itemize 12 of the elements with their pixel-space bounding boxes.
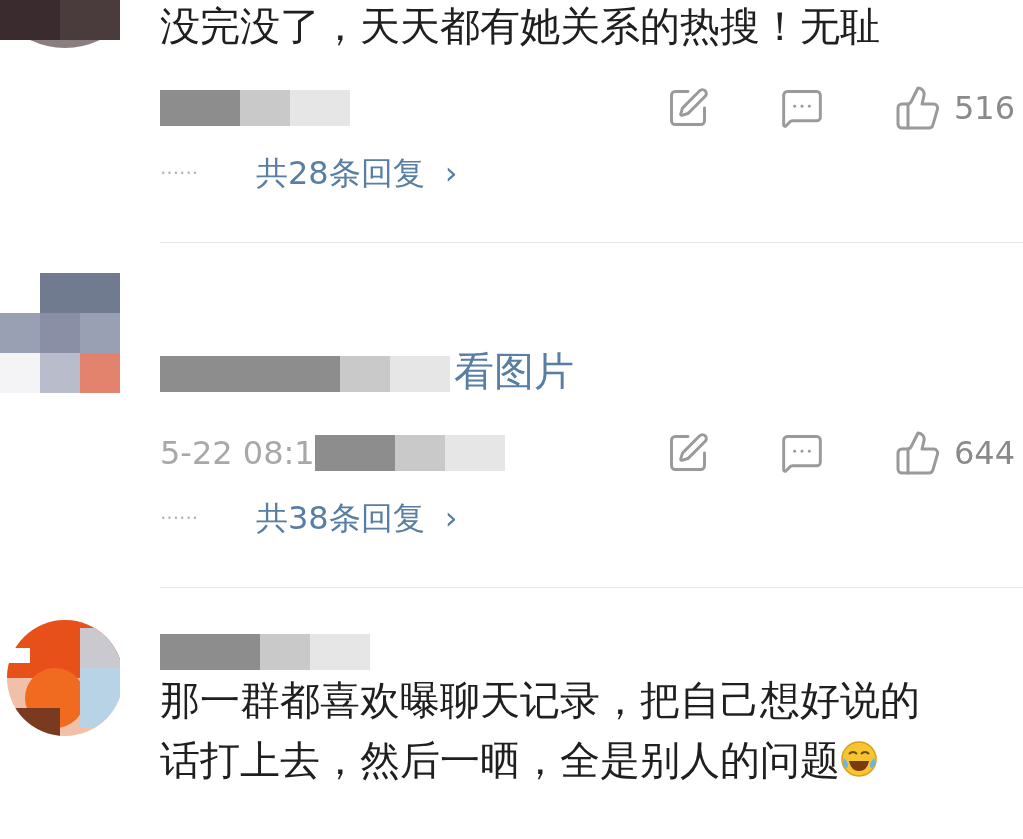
ellipsis-dots: ······ [160,505,200,532]
like-button[interactable]: 516 [893,84,1015,132]
view-image-link[interactable]: 看图片 [454,348,574,394]
like-button[interactable]: 644 [893,429,1015,477]
timestamp: 5-22 08:1 [160,433,315,474]
replies-link[interactable]: 共28条回复 › [256,149,458,197]
comment-text: 话打上去，然后一晒，全是别人的问题 [160,736,840,785]
comment-text: 没完没了，天天都有她关系的热搜！无耻 [160,2,880,51]
laughing-emoji-icon [840,740,878,778]
replies-link[interactable]: 共38条回复 › [256,494,458,542]
comment-text: 那一群都喜欢曝聊天记录，把自己想好说的 [160,676,920,725]
ellipsis-dots: ······ [160,160,200,187]
